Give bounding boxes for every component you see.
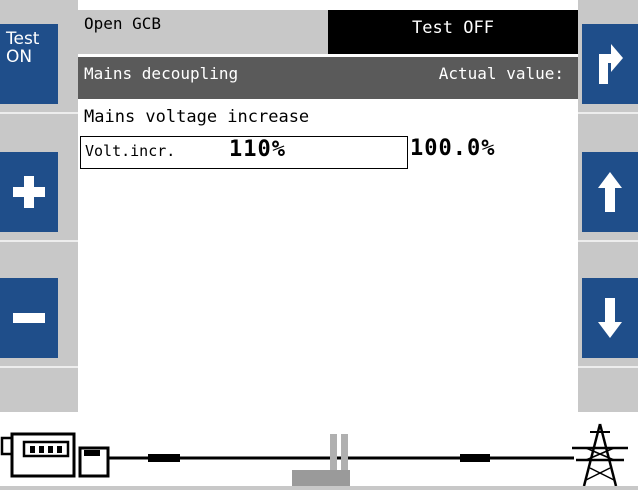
- subheader-bar: Mains decoupling Actual value:: [78, 57, 578, 99]
- right-separator-1: [578, 112, 638, 114]
- breaker-status-text: Open GCB: [78, 10, 328, 54]
- minus-button[interactable]: [0, 278, 58, 358]
- test-on-line1: Test: [6, 29, 40, 49]
- transmission-tower-icon: [572, 423, 628, 487]
- parameter-field[interactable]: Volt.incr. 110%: [80, 136, 408, 169]
- arrow-up-icon: [598, 172, 622, 212]
- right-separator-2: [578, 240, 638, 242]
- left-separator-2: [0, 240, 78, 242]
- actual-value: 100.0%: [410, 136, 496, 161]
- bus-breaker-right: [460, 454, 490, 462]
- plus-button[interactable]: [0, 152, 58, 232]
- left-separator-3: [0, 366, 78, 368]
- minus-icon: [13, 313, 45, 323]
- test-on-button[interactable]: Test ON: [0, 24, 58, 104]
- factory-icon: [292, 434, 350, 486]
- single-line-diagram-svg: [0, 423, 628, 487]
- parameter-value: 110%: [229, 137, 286, 162]
- right-separator-3: [578, 366, 638, 368]
- left-separator-1: [0, 112, 78, 114]
- actual-value-label: Actual value:: [438, 64, 564, 83]
- generator-icon: [0, 432, 76, 478]
- arrow-down-icon: [598, 298, 622, 338]
- test-status-text: Test OFF: [328, 10, 578, 54]
- return-arrow-icon: [599, 44, 623, 84]
- screen-title: Mains decoupling: [84, 64, 239, 83]
- function-name: Mains voltage increase: [84, 107, 310, 127]
- down-button[interactable]: [582, 278, 638, 358]
- return-button[interactable]: [582, 24, 638, 104]
- single-line-diagram: [0, 412, 638, 487]
- plus-icon: [13, 176, 45, 208]
- parameter-label: Volt.incr.: [85, 142, 176, 160]
- test-on-line2: ON: [6, 47, 33, 67]
- bus-breaker-left: [148, 454, 180, 462]
- up-button[interactable]: [582, 152, 638, 232]
- gcb-icon: [78, 446, 110, 478]
